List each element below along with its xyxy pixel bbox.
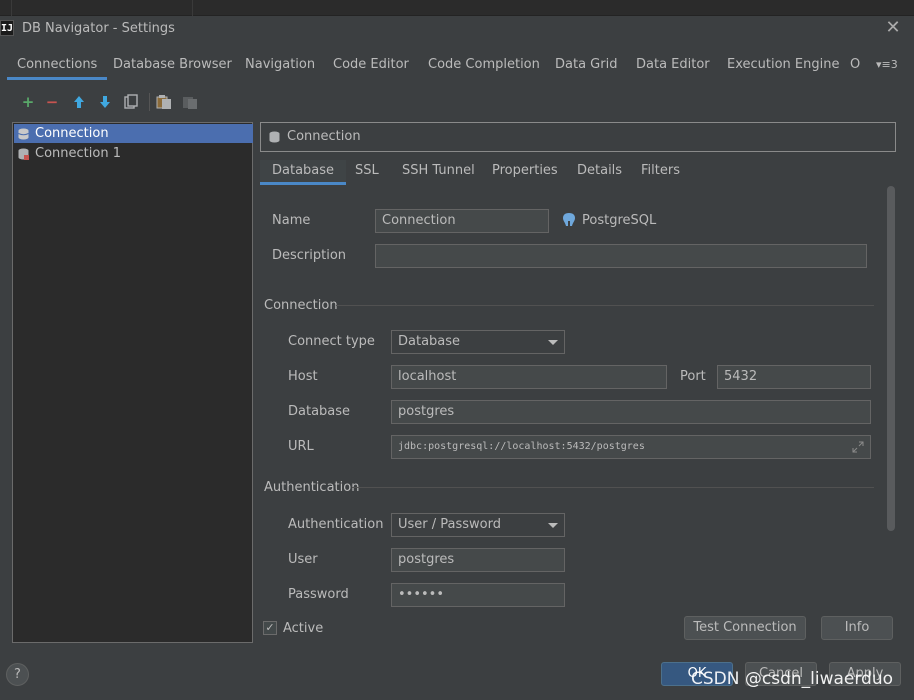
- connection-label: Connection: [35, 126, 109, 141]
- strip-segment: [0, 0, 12, 16]
- name-label: Name: [272, 213, 311, 228]
- watermark-text: CSDN @csdn_liwaerduo: [691, 669, 894, 689]
- connection-label: Connection 1: [35, 146, 121, 161]
- authentication-select[interactable]: User / Password: [391, 513, 565, 537]
- password-label: Password: [288, 587, 349, 602]
- tab-ssh-tunnel[interactable]: SSH Tunnel: [390, 160, 487, 185]
- chevron-down-icon: [548, 523, 558, 528]
- database-icon: [269, 131, 280, 143]
- host-label: Host: [288, 369, 318, 384]
- name-field[interactable]: Connection: [375, 209, 549, 233]
- strip-segment: [12, 0, 193, 16]
- authentication-label: Authentication: [288, 517, 384, 532]
- add-connection-icon[interactable]: +: [18, 92, 38, 112]
- database-field[interactable]: postgres: [391, 400, 871, 424]
- connection-list[interactable]: Connection Connection 1: [12, 122, 253, 643]
- info-button[interactable]: Info: [821, 616, 893, 640]
- active-checkbox[interactable]: ✓: [263, 621, 277, 635]
- tab-execution-engine[interactable]: Execution Engine: [727, 54, 839, 80]
- tabs-overflow-menu-icon[interactable]: ▾≡3: [876, 58, 898, 71]
- tab-filters[interactable]: Filters: [629, 160, 692, 185]
- connection-sub-tabs: Database SSL SSH Tunnel Properties Detai…: [260, 160, 890, 186]
- tab-database[interactable]: Database: [260, 160, 347, 185]
- description-label: Description: [272, 248, 347, 263]
- url-field[interactable]: jdbc:postgresql://localhost:5432/postgre…: [391, 435, 871, 459]
- tab-connections[interactable]: Connections: [7, 54, 108, 80]
- chevron-down-icon: [548, 340, 558, 345]
- help-button[interactable]: ?: [6, 663, 29, 686]
- connect-type-select[interactable]: Database: [391, 330, 565, 354]
- paste-disabled-icon: [180, 92, 200, 112]
- tab-navigation[interactable]: Navigation: [245, 54, 315, 80]
- section-divider: [336, 305, 874, 306]
- database-error-icon: [18, 148, 29, 160]
- tab-data-editor[interactable]: Data Editor: [636, 54, 710, 80]
- database-icon: [18, 128, 29, 140]
- tab-data-grid[interactable]: Data Grid: [555, 54, 617, 80]
- test-connection-button[interactable]: Test Connection: [684, 616, 806, 640]
- toolbar-separator: [149, 93, 150, 111]
- postgresql-icon: [563, 213, 575, 226]
- port-field[interactable]: 5432: [717, 365, 871, 389]
- password-field[interactable]: ••••••: [391, 583, 565, 607]
- tab-ssl[interactable]: SSL: [343, 160, 391, 185]
- tab-database-browser[interactable]: Database Browser: [113, 54, 232, 80]
- connection-header-title: Connection: [287, 129, 361, 144]
- authentication-value: User / Password: [398, 517, 501, 532]
- list-item[interactable]: Connection 1: [14, 144, 253, 163]
- connect-type-label: Connect type: [288, 334, 375, 349]
- user-field[interactable]: postgres: [391, 548, 565, 572]
- url-value: jdbc:postgresql://localhost:5432/postgre…: [398, 441, 645, 452]
- host-field[interactable]: localhost: [391, 365, 667, 389]
- url-label: URL: [288, 439, 314, 454]
- tab-code-editor[interactable]: Code Editor: [333, 54, 409, 80]
- background-window-strip: [0, 0, 914, 16]
- intellij-app-icon: IJ: [0, 20, 14, 36]
- tab-code-completion[interactable]: Code Completion: [428, 54, 540, 80]
- active-label: Active: [283, 621, 324, 636]
- remove-connection-icon[interactable]: −: [42, 92, 62, 112]
- connect-type-value: Database: [398, 334, 461, 349]
- connection-header: Connection: [260, 122, 896, 152]
- authentication-section-title: Authentication: [264, 480, 360, 495]
- database-label: Database: [288, 404, 351, 419]
- tab-details[interactable]: Details: [565, 160, 634, 185]
- user-label: User: [288, 552, 318, 567]
- copy-connection-icon[interactable]: [121, 92, 141, 112]
- form-scrollbar[interactable]: [887, 186, 895, 531]
- settings-tabs: Connections Database Browser Navigation …: [0, 54, 914, 80]
- close-icon[interactable]: ✕: [883, 18, 903, 38]
- section-divider: [352, 487, 874, 488]
- description-field[interactable]: [375, 244, 867, 268]
- window-title: DB Navigator - Settings: [22, 21, 175, 36]
- move-down-icon[interactable]: [95, 92, 115, 112]
- connection-section-title: Connection: [264, 298, 338, 313]
- move-up-icon[interactable]: [69, 92, 89, 112]
- database-type-label: PostgreSQL: [582, 213, 657, 228]
- tab-truncated[interactable]: O: [850, 54, 860, 80]
- paste-connection-icon[interactable]: [154, 92, 174, 112]
- list-item[interactable]: Connection: [14, 124, 253, 143]
- expand-icon[interactable]: [852, 441, 864, 453]
- port-label: Port: [680, 369, 706, 384]
- tab-properties[interactable]: Properties: [480, 160, 570, 185]
